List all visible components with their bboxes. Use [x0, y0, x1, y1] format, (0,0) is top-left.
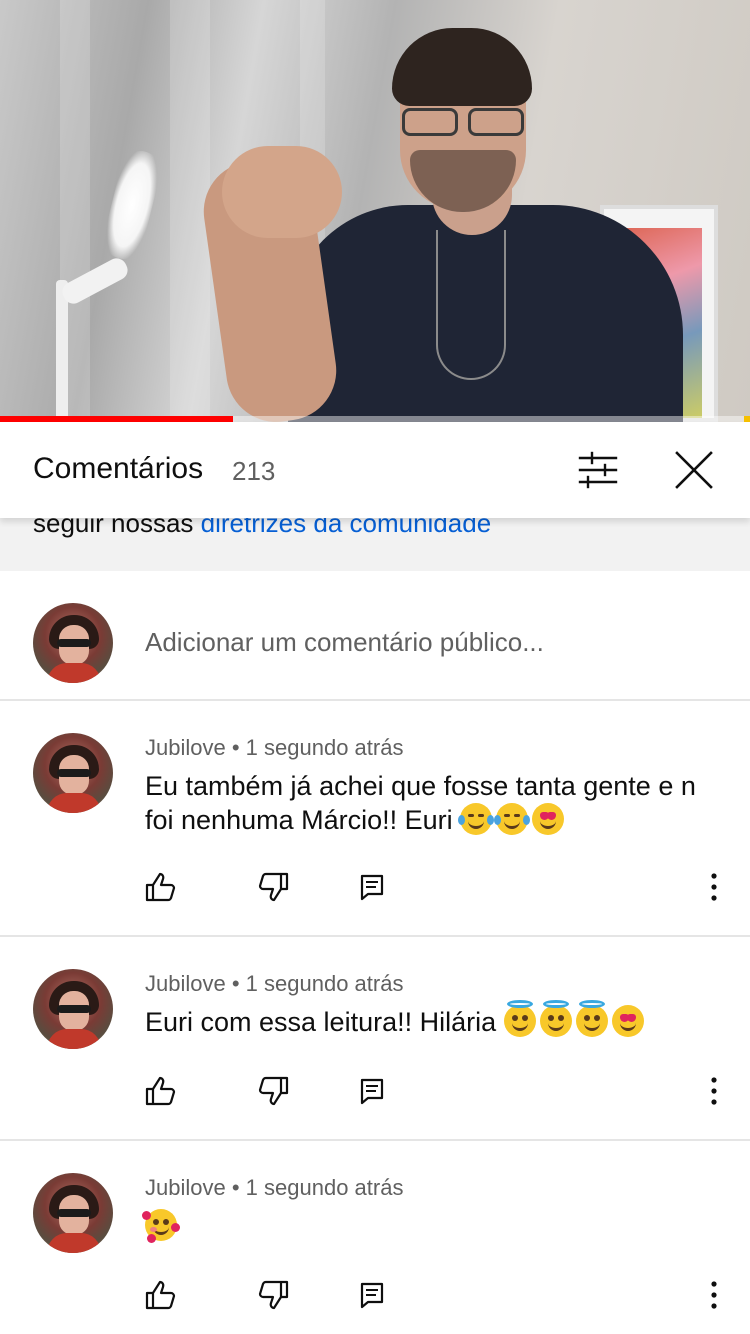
meta-separator: •: [231, 1175, 240, 1200]
comment-actions: [0, 1073, 750, 1113]
more-vertical-icon[interactable]: [696, 1073, 732, 1109]
avatar: [33, 603, 113, 683]
heart-eyes-icon: [611, 1005, 644, 1037]
smiling-face-with-halo-icon: [575, 1000, 608, 1037]
person-necklace: [436, 230, 506, 380]
avatar[interactable]: [33, 1173, 113, 1253]
close-icon[interactable]: [672, 448, 716, 492]
comment-text: Euri com essa leitura!! Hilária: [145, 1000, 725, 1039]
comment-actions: [0, 869, 750, 909]
comment-actions: [0, 1277, 750, 1317]
face-with-tears-of-joy-icon: [458, 803, 495, 835]
comment-time: 1 segundo atrás: [245, 735, 404, 760]
thumbs-down-icon[interactable]: [255, 869, 291, 905]
reply-icon[interactable]: [354, 869, 390, 905]
lamp-light: [99, 146, 165, 264]
comment-author[interactable]: Jubilove: [145, 1175, 226, 1200]
comment-item: Jubilove • 1 segundo atrás Euri com essa…: [0, 937, 750, 1139]
avatar[interactable]: [33, 733, 113, 813]
video-player[interactable]: [0, 0, 750, 422]
comment-time: 1 segundo atrás: [245, 1175, 404, 1200]
person-glasses: [400, 108, 530, 138]
more-vertical-icon[interactable]: [696, 869, 732, 905]
face-with-tears-of-joy-icon: [494, 803, 531, 835]
comment-author[interactable]: Jubilove: [145, 971, 226, 996]
add-comment-row[interactable]: Adicionar um comentário público...: [0, 571, 750, 701]
person-hair: [392, 28, 532, 106]
comment-author[interactable]: Jubilove: [145, 735, 226, 760]
avatar[interactable]: [33, 969, 113, 1049]
comment-body: Euri com essa leitura!! Hilária: [145, 1007, 497, 1037]
comments-header: Comentários 213: [0, 422, 750, 518]
comment-meta: Jubilove • 1 segundo atrás: [145, 1175, 403, 1201]
reply-icon[interactable]: [354, 1073, 390, 1109]
comments-title: Comentários: [33, 452, 204, 485]
comments-count: 213: [232, 456, 276, 486]
thumbs-down-icon[interactable]: [255, 1073, 291, 1109]
comment-text: [142, 1209, 725, 1243]
meta-separator: •: [231, 971, 240, 996]
sliders-icon[interactable]: [578, 450, 618, 490]
meta-separator: •: [231, 735, 240, 760]
reply-icon[interactable]: [354, 1277, 390, 1313]
comment-time: 1 segundo atrás: [245, 971, 404, 996]
comment-meta: Jubilove • 1 segundo atrás: [145, 735, 403, 761]
comment-item: Jubilove • 1 segundo atrás: [0, 1141, 750, 1334]
more-vertical-icon[interactable]: [696, 1277, 732, 1313]
heart-eyes-icon: [532, 803, 565, 835]
comment-meta: Jubilove • 1 segundo atrás: [145, 971, 403, 997]
thumbs-up-icon[interactable]: [143, 1073, 179, 1109]
thumbs-up-icon[interactable]: [143, 869, 179, 905]
smiling-face-with-halo-icon: [503, 1000, 536, 1037]
smiling-face-with-hearts-icon: [142, 1209, 180, 1243]
comment-item: Jubilove • 1 segundo atrás Eu também já …: [0, 701, 750, 935]
comment-text: Eu também já achei que fosse tanta gente…: [145, 769, 725, 837]
smiling-face-with-halo-icon: [539, 1000, 572, 1037]
person-hand: [222, 146, 342, 238]
add-comment-input[interactable]: Adicionar um comentário público...: [145, 627, 544, 658]
thumbs-down-icon[interactable]: [255, 1277, 291, 1313]
thumbs-up-icon[interactable]: [143, 1277, 179, 1313]
comment-body: Eu também já achei que fosse tanta gente…: [145, 771, 696, 835]
